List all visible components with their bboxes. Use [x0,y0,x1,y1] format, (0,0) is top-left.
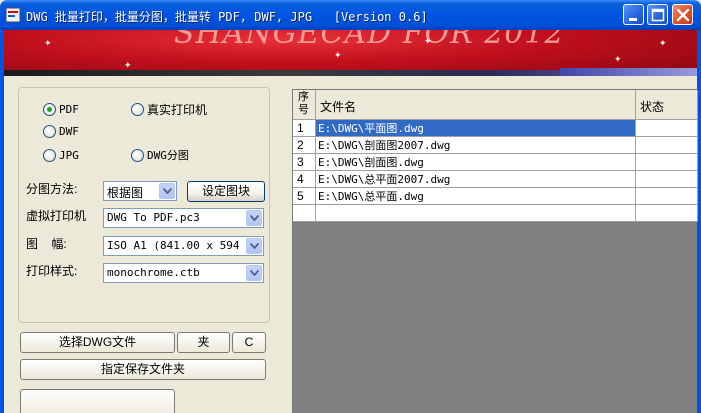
table-row[interactable]: 1 E:\DWG\平面图.dwg [293,120,698,137]
chevron-down-icon [163,188,172,194]
radio-dwg-split-label: DWG分图 [147,149,189,162]
chevron-down-icon [250,243,259,249]
sparkle-icon: ✦ [334,50,342,60]
clear-button[interactable]: C [232,332,266,353]
header-filename[interactable]: 文件名 [316,90,636,120]
radio-pdf[interactable]: PDF [43,101,79,117]
row-filename[interactable]: E:\DWG\剖面图.dwg [316,154,636,171]
start-button[interactable] [20,389,175,413]
row-filename[interactable]: E:\DWG\平面图.dwg [316,120,636,137]
row-status [636,120,698,137]
radio-real-printer-label: 真实打印机 [147,102,208,117]
radio-jpg-label: JPG [59,148,79,162]
select-dwg-button[interactable]: 选择DWG文件 [20,332,175,353]
file-grid[interactable]: 序号 文件名 状态 1 E:\DWG\平面图.dwg 2 E:\DWG\剖面图2… [292,89,698,413]
table-row[interactable]: 2 E:\DWG\剖面图2007.dwg [293,137,698,154]
set-block-button[interactable]: 设定图块 [187,181,265,202]
row-filename-text: E:\DWG\剖面图.dwg [318,156,424,169]
row-filename[interactable]: E:\DWG\总平面.dwg [316,188,636,205]
virtual-printer-select[interactable]: DWG To PDF.pc3 [103,208,264,228]
row-filename-text: E:\DWG\总平面2007.dwg [318,173,451,186]
row-filename-text: E:\DWG\总平面.dwg [318,190,424,203]
maximize-icon [651,8,665,22]
window-title: DWG 批量打印，批量分图，批量转 PDF, DWF, JPG [Version… [26,10,428,24]
window-frame-left [0,30,4,413]
radio-jpg[interactable]: JPG [43,147,79,163]
plot-style-select[interactable]: monochrome.ctb [103,263,264,283]
radio-pdf-label: PDF [59,102,79,116]
row-index: 1 [293,120,316,137]
virtual-printer-label: 虚拟打印机 [26,209,87,223]
radio-dot [131,148,144,162]
row-index: 4 [293,171,316,188]
title-bar[interactable]: DWG 批量打印，批量分图，批量转 PDF, DWF, JPG [Version… [0,0,701,30]
paper-size-value: ISO A1 (841.00 x 594 [107,239,240,252]
header-status-label: 状态 [640,100,665,114]
close-icon [676,8,690,22]
radio-dot [43,148,56,162]
dropdown-button[interactable] [246,238,262,254]
set-save-folder-button[interactable]: 指定保存文件夹 [20,359,266,380]
banner-strip-accent [560,68,697,76]
header-index[interactable]: 序号 [293,90,316,120]
dropdown-button[interactable] [246,265,262,281]
row-filename[interactable]: E:\DWG\剖面图2007.dwg [316,137,636,154]
row-index: 5 [293,188,316,205]
radio-dwf[interactable]: DWF [43,123,79,139]
paper-size-label: 图 幅: [26,237,67,251]
dropdown-button[interactable] [246,210,262,226]
table-row[interactable]: 3 E:\DWG\剖面图.dwg [293,154,698,171]
radio-dwg-split[interactable]: DWG分图 [131,147,189,163]
radio-dot [43,102,56,116]
row-status [636,171,698,188]
split-method-select[interactable]: 根据图 [103,181,177,201]
table-row[interactable]: 4 E:\DWG\总平面2007.dwg [293,171,698,188]
close-button[interactable] [672,4,693,25]
plot-style-label: 打印样式: [26,264,78,278]
minimize-button[interactable] [623,4,644,25]
table-row-new[interactable] [293,205,698,222]
sparkle-icon: ✦ [424,36,432,46]
row-filename-text: E:\DWG\剖面图2007.dwg [318,139,451,152]
radio-dwf-label: DWF [59,124,79,138]
header-filename-label: 文件名 [320,100,357,114]
chevron-down-icon [250,270,259,276]
app-icon [5,7,21,23]
sparkle-icon: ✦ [659,38,667,48]
folder-button[interactable]: 夹 [177,332,230,353]
row-filename[interactable]: E:\DWG\总平面2007.dwg [316,171,636,188]
row-status [636,154,698,171]
sparkle-icon: ✦ [614,54,622,64]
row-filename-text: E:\DWG\平面图.dwg [318,122,424,135]
paper-size-select[interactable]: ISO A1 (841.00 x 594 [103,236,264,256]
row-status [636,188,698,205]
row-status [636,205,698,222]
split-method-label: 分图方法: [26,182,78,196]
banner-text: SHANGECAD FOR 2012 [174,30,565,51]
virtual-printer-value: DWG To PDF.pc3 [107,211,200,224]
dropdown-button[interactable] [159,183,175,199]
radio-dot [131,102,144,116]
table-row[interactable]: 5 E:\DWG\总平面.dwg [293,188,698,205]
row-index: 3 [293,154,316,171]
row-status [636,137,698,154]
row-index [293,205,316,222]
sparkle-icon: ✦ [44,38,52,48]
row-index: 2 [293,137,316,154]
header-index-label: 序号 [298,91,309,116]
chevron-down-icon [250,215,259,221]
plot-style-value: monochrome.ctb [107,266,200,279]
radio-dot [43,124,56,138]
header-status[interactable]: 状态 [636,90,698,120]
maximize-button[interactable] [647,4,668,25]
minimize-icon [629,18,637,21]
split-method-value: 根据图 [107,186,144,200]
radio-real-printer[interactable]: 真实打印机 [131,101,207,117]
row-filename[interactable] [316,205,636,222]
